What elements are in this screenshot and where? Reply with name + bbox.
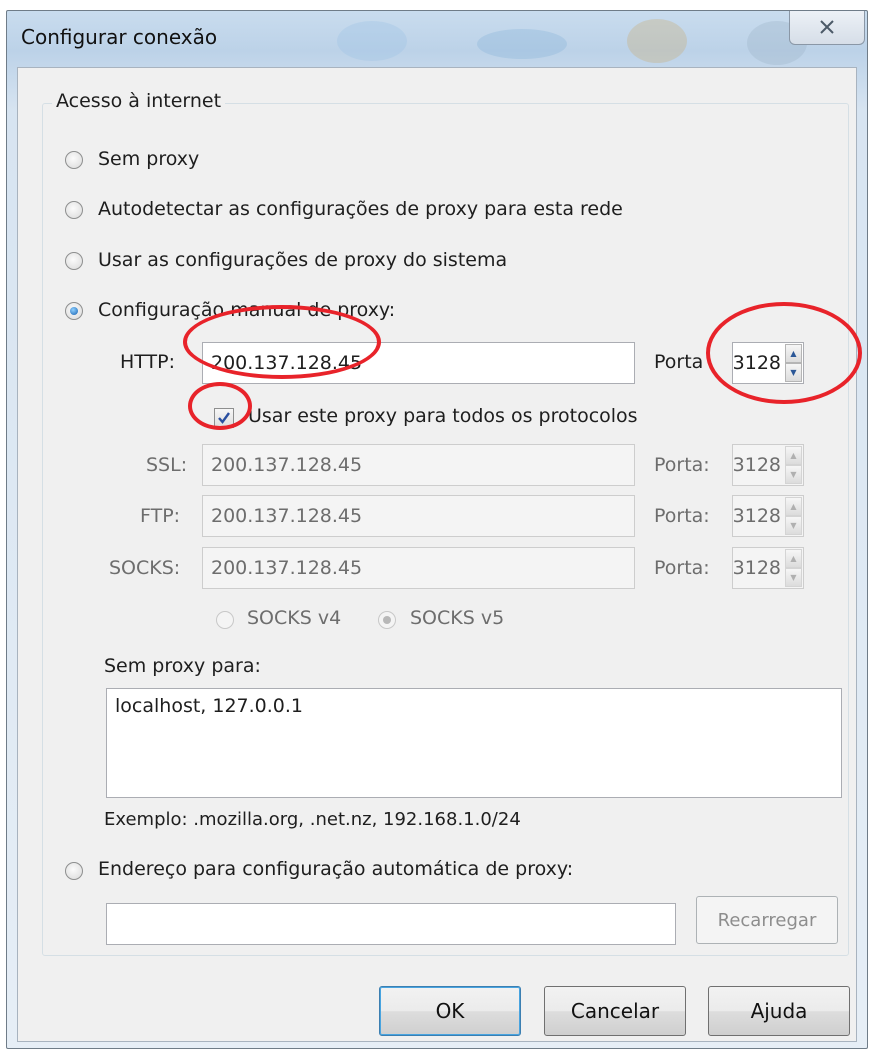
connection-settings-dialog: Configurar conexão Acesso à internet Sem… <box>6 10 868 1049</box>
ssl-label: SSL: <box>146 454 188 476</box>
ftp-port-spinner[interactable]: 3128 ▲ ▼ <box>732 495 804 537</box>
ssl-port-value: 3128 <box>732 454 781 476</box>
autodetect-label[interactable]: Autodetectar as configurações de proxy p… <box>98 198 623 220</box>
ftp-port-label: Porta: <box>654 505 710 527</box>
highlight-ring-http-host <box>183 305 381 379</box>
socks-label: SOCKS: <box>109 557 181 579</box>
socks-host-input[interactable]: 200.137.128.45 <box>202 547 635 589</box>
no-proxy-radio[interactable] <box>65 151 83 169</box>
highlight-ring-checkbox <box>188 382 252 430</box>
ok-button[interactable]: OK <box>379 986 521 1036</box>
ftp-port-value: 3128 <box>732 505 781 527</box>
system-proxy-radio[interactable] <box>65 252 83 270</box>
spin-down-icon[interactable]: ▼ <box>785 568 802 587</box>
manual-proxy-radio[interactable] <box>65 302 83 320</box>
highlight-ring-port <box>706 302 862 404</box>
spin-up-icon[interactable]: ▲ <box>785 446 802 465</box>
no-proxy-for-label: Sem proxy para: <box>104 655 261 677</box>
socks-v5-label[interactable]: SOCKS v5 <box>410 607 504 629</box>
ftp-host-input[interactable]: 200.137.128.45 <box>202 495 635 537</box>
no-proxy-for-textarea[interactable]: localhost, 127.0.0.1 <box>106 688 842 798</box>
spin-down-icon[interactable]: ▼ <box>785 516 802 535</box>
no-proxy-label[interactable]: Sem proxy <box>98 148 199 170</box>
auto-config-url-input[interactable] <box>106 903 676 945</box>
spin-down-icon[interactable]: ▼ <box>785 465 802 484</box>
autodetect-radio[interactable] <box>65 201 83 219</box>
glass-decoration <box>627 19 687 63</box>
close-button[interactable] <box>789 11 865 45</box>
ssl-port-label: Porta: <box>654 454 710 476</box>
auto-config-radio[interactable] <box>65 862 83 880</box>
no-proxy-example: Exemplo: .mozilla.org, .net.nz, 192.168.… <box>104 809 521 830</box>
http-label: HTTP: <box>120 351 176 373</box>
system-proxy-label[interactable]: Usar as configurações de proxy do sistem… <box>98 249 507 271</box>
socks-port-label: Porta: <box>654 557 710 579</box>
dialog-body: Acesso à internet Sem proxy Autodetectar… <box>17 67 857 1042</box>
ssl-host-input[interactable]: 200.137.128.45 <box>202 444 635 486</box>
spin-up-icon[interactable]: ▲ <box>785 549 802 568</box>
glass-decoration <box>337 21 407 61</box>
help-button[interactable]: Ajuda <box>708 986 850 1036</box>
ftp-label: FTP: <box>140 505 181 527</box>
socks-v4-label[interactable]: SOCKS v4 <box>247 607 341 629</box>
close-icon <box>820 19 834 34</box>
spin-up-icon[interactable]: ▲ <box>785 497 802 516</box>
group-legend: Acesso à internet <box>52 90 226 112</box>
socks-v5-radio[interactable] <box>378 611 396 629</box>
use-for-all-label[interactable]: Usar este proxy para todos os protocolos <box>248 405 638 427</box>
auto-config-label[interactable]: Endereço para configuração automática de… <box>98 858 573 880</box>
cancel-button[interactable]: Cancelar <box>544 986 686 1036</box>
window-title: Configurar conexão <box>21 25 218 49</box>
socks-port-value: 3128 <box>732 557 781 579</box>
socks-port-spinner[interactable]: 3128 ▲ ▼ <box>732 547 804 589</box>
glass-decoration <box>477 29 567 59</box>
ssl-port-spinner[interactable]: 3128 ▲ ▼ <box>732 444 804 486</box>
reload-button[interactable]: Recarregar <box>696 896 838 944</box>
http-port-label: Porta <box>654 351 704 373</box>
socks-v4-radio[interactable] <box>216 611 234 629</box>
